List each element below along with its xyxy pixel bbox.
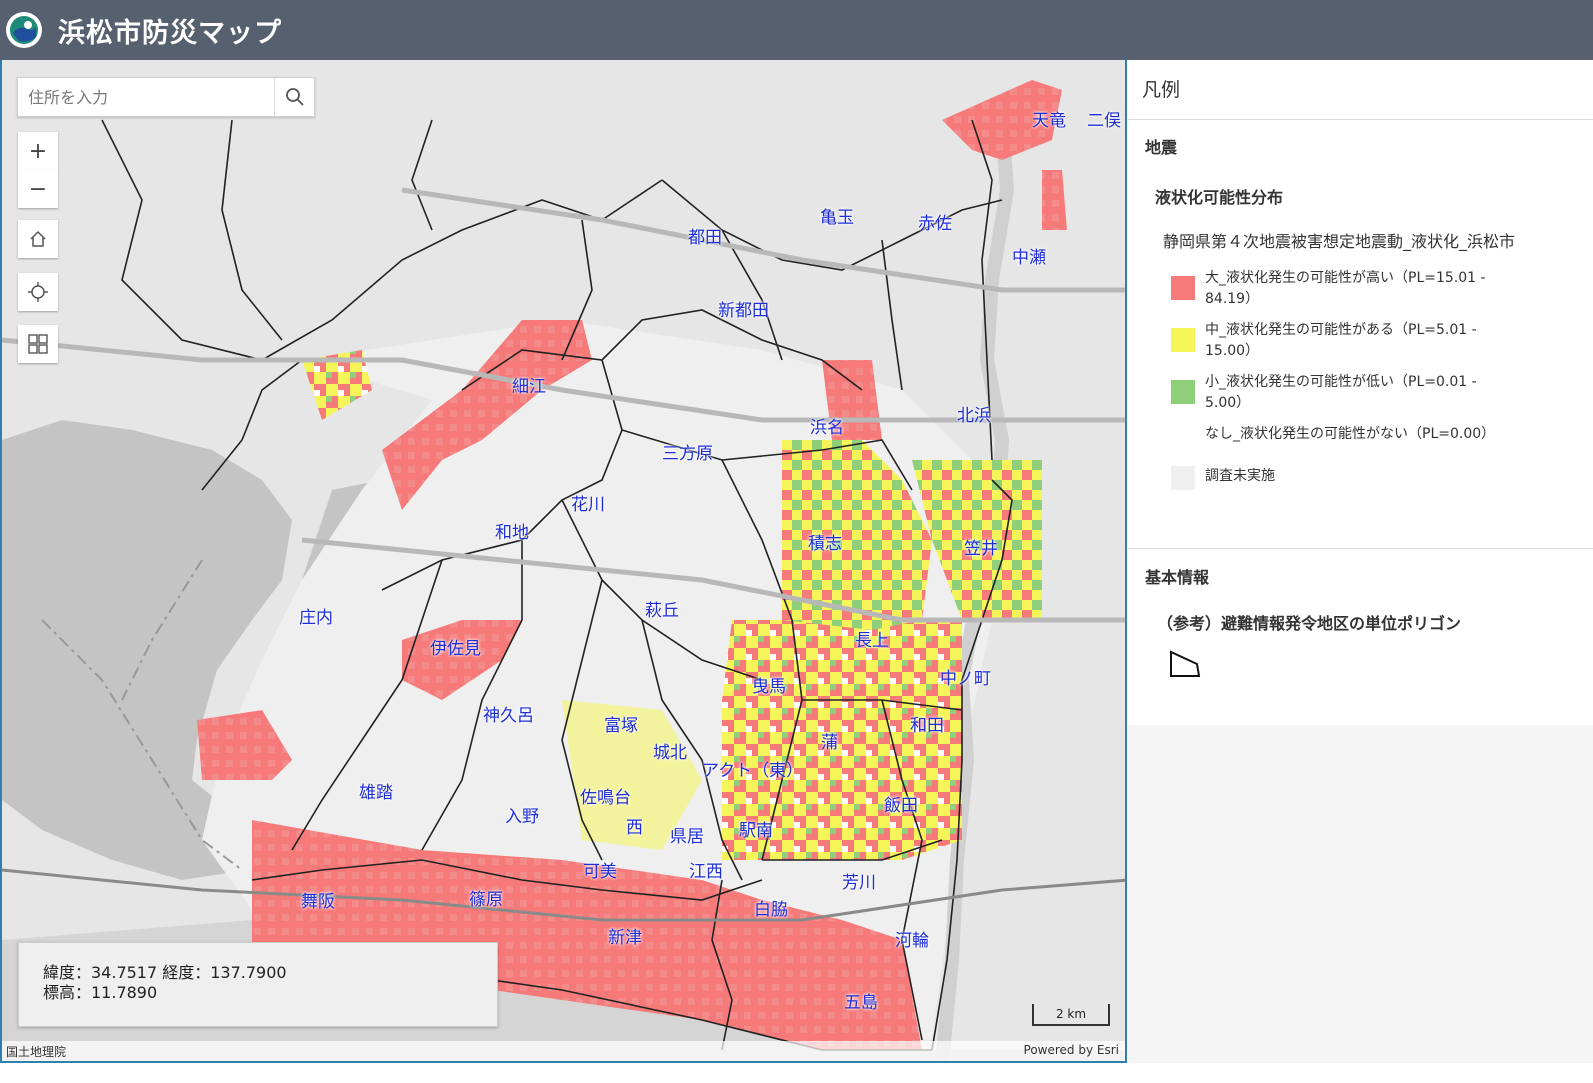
place-label-wachi: 和地 — [495, 523, 529, 543]
legend-swatch-low — [1171, 380, 1195, 404]
place-label-maisaka: 舞阪 — [301, 892, 335, 912]
place-label-hamana: 浜名 — [810, 418, 844, 438]
place-label-nakanomachi: 中ノ町 — [940, 669, 991, 689]
place-label-ekiminami: 駅南 — [739, 821, 773, 841]
place-label-tenryu: 天竜 — [1032, 111, 1066, 131]
powered-by-esri[interactable]: Powered by Esri — [1024, 1043, 1119, 1057]
map-attribution: 国土地理院 Powered by Esri — [2, 1041, 1125, 1061]
place-label-yuto: 雄踏 — [359, 783, 393, 803]
map-view[interactable]: 天竜 二俣 亀玉 赤佐 都田 中瀬 新都田 細江 浜名 北浜 三方原 花川 和地… — [0, 60, 1127, 1063]
place-label-shirawaki: 白脇 — [754, 900, 788, 920]
zoom-out-button[interactable]: − — [18, 170, 58, 208]
legend-layer-title: 液状化可能性分布 — [1155, 188, 1284, 207]
place-label-hikuma: 曳馬 — [752, 677, 786, 697]
legend-swatch-none — [1171, 432, 1195, 456]
elevation-text: 標高：11.7890 — [43, 983, 158, 1002]
place-label-kami: 可美 — [583, 862, 617, 882]
place-label-tomitsuka: 富塚 — [604, 716, 638, 736]
legend-item-not-surveyed: 調査未実施 — [1171, 466, 1593, 490]
place-label-nishi: 西 — [626, 818, 643, 838]
legend-label-low: 小_液状化発生の可能性が低い（PL=0.01 - 5.00） — [1205, 374, 1477, 411]
coordinate-readout: 緯度：34.7517 経度：137.7900 標高：11.7890 — [18, 942, 498, 1027]
legend-swatch-medium — [1171, 328, 1195, 352]
place-label-gojima: 五島 — [844, 993, 878, 1013]
locate-icon — [28, 282, 48, 302]
polygon-outline-icon — [1170, 650, 1201, 677]
place-label-futamata: 二俣 — [1087, 111, 1121, 131]
polygon-layer-title: （参考）避難情報発令地区の単位ポリゴン — [1157, 614, 1462, 633]
place-label-johoku: 城北 — [653, 743, 687, 763]
place-label-nagakami: 長上 — [855, 631, 889, 651]
place-label-kamedama: 亀玉 — [820, 208, 854, 228]
place-label-shintsu: 新津 — [608, 928, 642, 948]
place-label-iino: 入野 — [505, 807, 539, 827]
legend-swatch-high — [1171, 276, 1195, 300]
legend-panel: 凡例 地震 液状化可能性分布 静岡県第４次地震被害想定地震動_液状化_浜松市 大… — [1127, 60, 1593, 1063]
lat-lon-text: 緯度：34.7517 経度：137.7900 — [43, 963, 287, 982]
basic-info-title: 基本情報 — [1145, 568, 1210, 587]
place-label-sekishi: 積志 — [808, 534, 842, 554]
place-label-kaba: 蒲 — [821, 733, 838, 753]
place-label-shinmiyakoda: 新都田 — [718, 301, 769, 321]
legend-item-high: 大_液状化発生の可能性が高い（PL=15.01 - 84.19） — [1171, 268, 1593, 310]
legend-item-none: なし_液状化発生の可能性がない（PL=0.00） — [1171, 424, 1593, 456]
place-label-kawawa: 河輪 — [895, 931, 929, 951]
legend-label-medium: 中_液状化発生の可能性がある（PL=5.01 - 15.00） — [1205, 322, 1477, 359]
legend-header: 凡例 — [1127, 60, 1593, 120]
legend-empty-area — [1127, 725, 1593, 1063]
search-button[interactable] — [274, 78, 314, 116]
legend-divider — [1127, 548, 1593, 549]
app-header: 浜松市防災マップ — [0, 0, 1593, 60]
place-label-akuto: アクト（東） — [702, 761, 804, 781]
place-label-akasa: 赤佐 — [918, 214, 952, 234]
legend-label-high: 大_液状化発生の可能性が高い（PL=15.01 - 84.19） — [1205, 270, 1486, 307]
footer-strip — [0, 1063, 1593, 1083]
legend-label-not-surveyed: 調査未実施 — [1205, 468, 1275, 484]
home-button[interactable] — [18, 220, 58, 258]
legend-item-medium: 中_液状化発生の可能性がある（PL=5.01 - 15.00） — [1171, 320, 1593, 362]
basemap-gallery-icon — [28, 334, 48, 354]
map-base-layer — [2, 60, 1125, 1061]
address-search — [17, 77, 315, 117]
place-label-hagioka: 萩丘 — [645, 601, 679, 621]
home-icon — [30, 230, 46, 247]
place-label-kitahama: 北浜 — [957, 406, 991, 426]
place-label-shonai: 庄内 — [299, 608, 333, 628]
place-label-haga: 芳川 — [842, 873, 876, 893]
search-input[interactable] — [18, 78, 274, 116]
place-label-miyakoda: 都田 — [688, 228, 722, 248]
hamamatsu-logo-icon — [6, 12, 42, 48]
place-label-shinohara: 篠原 — [469, 890, 503, 910]
legend-label-none: なし_液状化発生の可能性がない（PL=0.00） — [1205, 426, 1496, 442]
place-label-isami: 伊佐見 — [430, 639, 481, 659]
legend-sublayer-title: 静岡県第４次地震被害想定地震動_液状化_浜松市 — [1163, 232, 1516, 251]
legend-swatch-not-surveyed — [1171, 466, 1195, 490]
place-label-hosoe: 細江 — [512, 377, 546, 397]
legend-item-low: 小_液状化発生の可能性が低い（PL=0.01 - 5.00） — [1171, 372, 1593, 414]
place-label-wada: 和田 — [910, 716, 944, 736]
place-label-nakaze: 中瀬 — [1012, 248, 1046, 268]
place-label-kamikumae: 神久呂 — [483, 706, 534, 726]
place-label-enishi: 江西 — [689, 862, 723, 882]
zoom-in-button[interactable]: + — [18, 132, 58, 170]
scale-bar: 2 km — [1032, 1004, 1110, 1026]
locate-button[interactable] — [18, 273, 58, 311]
place-label-mikatahara: 三方原 — [662, 444, 713, 464]
search-icon — [285, 88, 304, 106]
legend-group-title: 地震 — [1145, 138, 1178, 157]
app-title: 浜松市防災マップ — [58, 17, 282, 49]
place-label-iida: 飯田 — [884, 796, 918, 816]
place-label-sanarudai: 佐鳴台 — [580, 788, 631, 808]
place-label-agata: 県居 — [670, 827, 704, 847]
basemap-gallery-button[interactable] — [18, 325, 58, 363]
place-label-hanakawa: 花川 — [571, 495, 605, 515]
attribution-source: 国土地理院 — [6, 1045, 67, 1059]
place-label-kasai: 笠井 — [964, 539, 998, 559]
